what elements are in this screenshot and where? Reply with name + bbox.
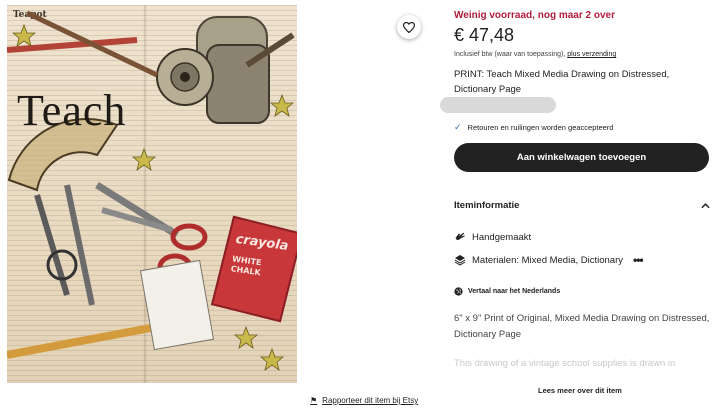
more-options-icon[interactable]: ••• — [633, 253, 644, 267]
headword-teach: Teach — [17, 86, 127, 135]
materials-icon — [454, 254, 466, 266]
chevron-up-icon — [701, 202, 710, 208]
pencil-sharpener-drawing — [156, 16, 295, 124]
handmade-row: Handgemaakt — [454, 231, 531, 243]
tax-note-text: Inclusief btw (waar van toepassing), — [454, 51, 566, 58]
returns-text: Retouren en ruilingen worden geaccepteer… — [467, 123, 614, 132]
check-icon: ✓ — [454, 122, 462, 132]
favorite-button[interactable] — [397, 15, 421, 39]
tax-note: Inclusief btw (waar van toepassing), plu… — [454, 51, 616, 58]
compass-drawing — [34, 184, 95, 306]
flag-icon: ⚑ — [310, 396, 318, 405]
shipping-link[interactable]: plus verzending — [567, 51, 616, 58]
low-stock-message: Weinig voorraad, nog maar 2 over — [454, 10, 615, 21]
hand-icon — [454, 231, 466, 243]
school-supplies-illustration — [7, 10, 295, 371]
heart-icon — [403, 21, 415, 33]
product-image[interactable]: Teapot — [7, 5, 297, 383]
product-title: PRINT: Teach Mixed Media Drawing on Dist… — [454, 69, 670, 95]
read-more-link[interactable]: Lees meer over dit item — [538, 386, 622, 395]
translation-note: Vertaal naar het Nederlands — [454, 287, 560, 296]
translation-note-label: Vertaal naar het Nederlands — [468, 288, 561, 295]
item-info-heading: Iteminformatie — [454, 200, 520, 211]
report-item-label: Rapporteer dit item bij Etsy — [322, 396, 419, 405]
handmade-label: Handgemaakt — [472, 231, 532, 243]
globe-icon — [454, 287, 463, 296]
loading-placeholder — [440, 97, 556, 113]
materials-row: Materialen: Mixed Media, Dictionary ••• — [454, 253, 644, 267]
item-info-toggle[interactable]: Iteminformatie — [454, 200, 710, 211]
materials-label: Materialen: Mixed Media, Dictionary — [472, 254, 624, 266]
crayola-brand-text: crayola — [234, 231, 290, 255]
price: € 47,48 — [454, 25, 515, 45]
returns-policy: ✓ Retouren en ruilingen worden geaccepte… — [454, 122, 613, 133]
item-description-faded: This drawing of a vintage school supplie… — [454, 358, 676, 369]
report-item-link[interactable]: ⚑ Rapporteer dit item bij Etsy — [310, 396, 418, 405]
item-description: 6" x 9" Print of Original, Mixed Media D… — [454, 313, 710, 340]
crayola-sub-text: WHITE CHALK — [230, 254, 262, 278]
add-to-cart-button[interactable]: Aan winkelwagen toevoegen — [454, 143, 709, 172]
